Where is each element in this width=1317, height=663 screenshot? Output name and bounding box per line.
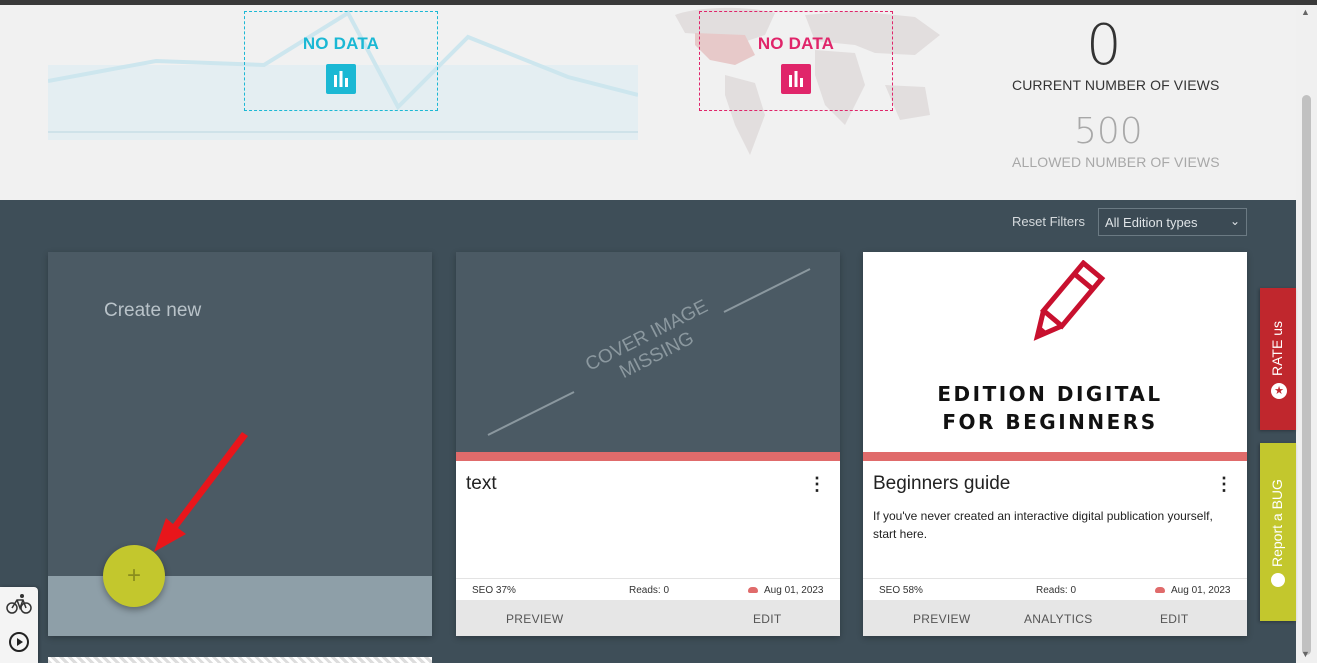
map-no-data-label: NO DATA: [757, 34, 835, 53]
annotation-arrow: [154, 432, 248, 552]
card-accent-stripe: [456, 452, 840, 461]
page-scrollbar[interactable]: ▲ ▼: [1296, 5, 1317, 663]
rate-us-tab[interactable]: ★ RATE us: [1260, 288, 1296, 430]
edition-meta-row: SEO 37% Reads: 0 Aug 01, 2023: [456, 578, 840, 601]
bar-chart-icon: [326, 64, 356, 94]
current-views-value: 0: [1086, 13, 1122, 78]
report-bug-tab[interactable]: Report a BUG: [1260, 443, 1296, 621]
card-accent-stripe: [863, 452, 1247, 461]
allowed-views-label: ALLOWED NUMBER OF VIEWS: [1012, 154, 1220, 170]
stats-panel: NO DATA NO DATA 0 CURRENT NUMBER OF VIEW…: [0, 5, 1296, 200]
edition-card-beginners-guide[interactable]: EDITION DIGITAL FOR BEGINNERS Beginners …: [863, 252, 1247, 636]
cover-title-line-1: EDITION DIGITAL: [937, 382, 1163, 406]
edition-meta-row: SEO 58% Reads: 0 Aug 01, 2023: [863, 578, 1247, 601]
chart-no-data-box: NO DATA: [244, 11, 438, 111]
star-icon: ★: [1271, 383, 1287, 399]
chart-no-data-label: NO DATA: [302, 34, 380, 53]
edition-actions: PREVIEW ANALYTICS EDIT: [863, 600, 1247, 636]
bar-chart-icon: [781, 64, 811, 94]
edition-title[interactable]: text: [466, 473, 497, 495]
current-views-label: CURRENT NUMBER OF VIEWS: [1012, 77, 1220, 93]
bicycle-icon[interactable]: [6, 593, 32, 615]
allowed-views-value: 500: [1074, 111, 1143, 152]
edition-actions: PREVIEW EDIT: [456, 600, 840, 636]
cover-image-missing-placeholder: COVER IMAGE MISSING: [456, 252, 840, 452]
edition-date: Aug 01, 2023: [764, 585, 824, 596]
tools-widget: [0, 587, 38, 663]
rate-us-label: RATE us: [1269, 321, 1285, 376]
scroll-down-arrow-icon[interactable]: ▼: [1301, 649, 1310, 659]
preview-button[interactable]: PREVIEW: [506, 612, 563, 626]
edit-button[interactable]: EDIT: [753, 612, 782, 626]
edition-description: If you've never created an interactive d…: [873, 509, 1213, 541]
chevron-down-icon: ⌄: [1229, 214, 1240, 228]
edition-title[interactable]: Beginners guide: [873, 473, 1010, 495]
kebab-menu-icon[interactable]: ⋮: [808, 474, 826, 495]
reset-filters-link[interactable]: Reset Filters: [1012, 214, 1085, 229]
edition-type-select[interactable]: All Edition types ⌄: [1098, 208, 1247, 236]
cloud-icon: [1155, 587, 1165, 594]
edition-type-selected: All Edition types: [1105, 215, 1198, 230]
pencil-icon: [1033, 260, 1106, 341]
scrollbar-thumb[interactable]: [1302, 95, 1311, 655]
reads-count: Reads: 0: [629, 585, 670, 596]
cover-title-line-2: FOR BEGINNERS: [942, 410, 1158, 434]
play-icon[interactable]: [8, 631, 30, 653]
create-new-title: Create new: [104, 300, 202, 321]
seo-score: SEO 58%: [879, 585, 923, 596]
reads-count: Reads: 0: [1036, 585, 1077, 596]
analytics-button[interactable]: ANALYTICS: [1024, 612, 1093, 626]
preview-button[interactable]: PREVIEW: [913, 612, 970, 626]
kebab-menu-icon[interactable]: ⋮: [1215, 474, 1233, 495]
edition-card-text[interactable]: COVER IMAGE MISSING text ⋮ SEO 37% Reads…: [456, 252, 840, 636]
edition-cover-image: EDITION DIGITAL FOR BEGINNERS: [863, 252, 1247, 452]
map-no-data-box: NO DATA: [699, 11, 893, 111]
cloud-icon: [748, 587, 758, 594]
seo-score: SEO 37%: [472, 585, 516, 596]
edit-button[interactable]: EDIT: [1160, 612, 1189, 626]
scroll-up-arrow-icon[interactable]: ▲: [1301, 7, 1310, 17]
edition-date: Aug 01, 2023: [1171, 585, 1231, 596]
report-bug-label: Report a BUG: [1269, 479, 1285, 567]
next-row-card-peek: [48, 657, 432, 663]
bug-icon: [1271, 573, 1285, 587]
